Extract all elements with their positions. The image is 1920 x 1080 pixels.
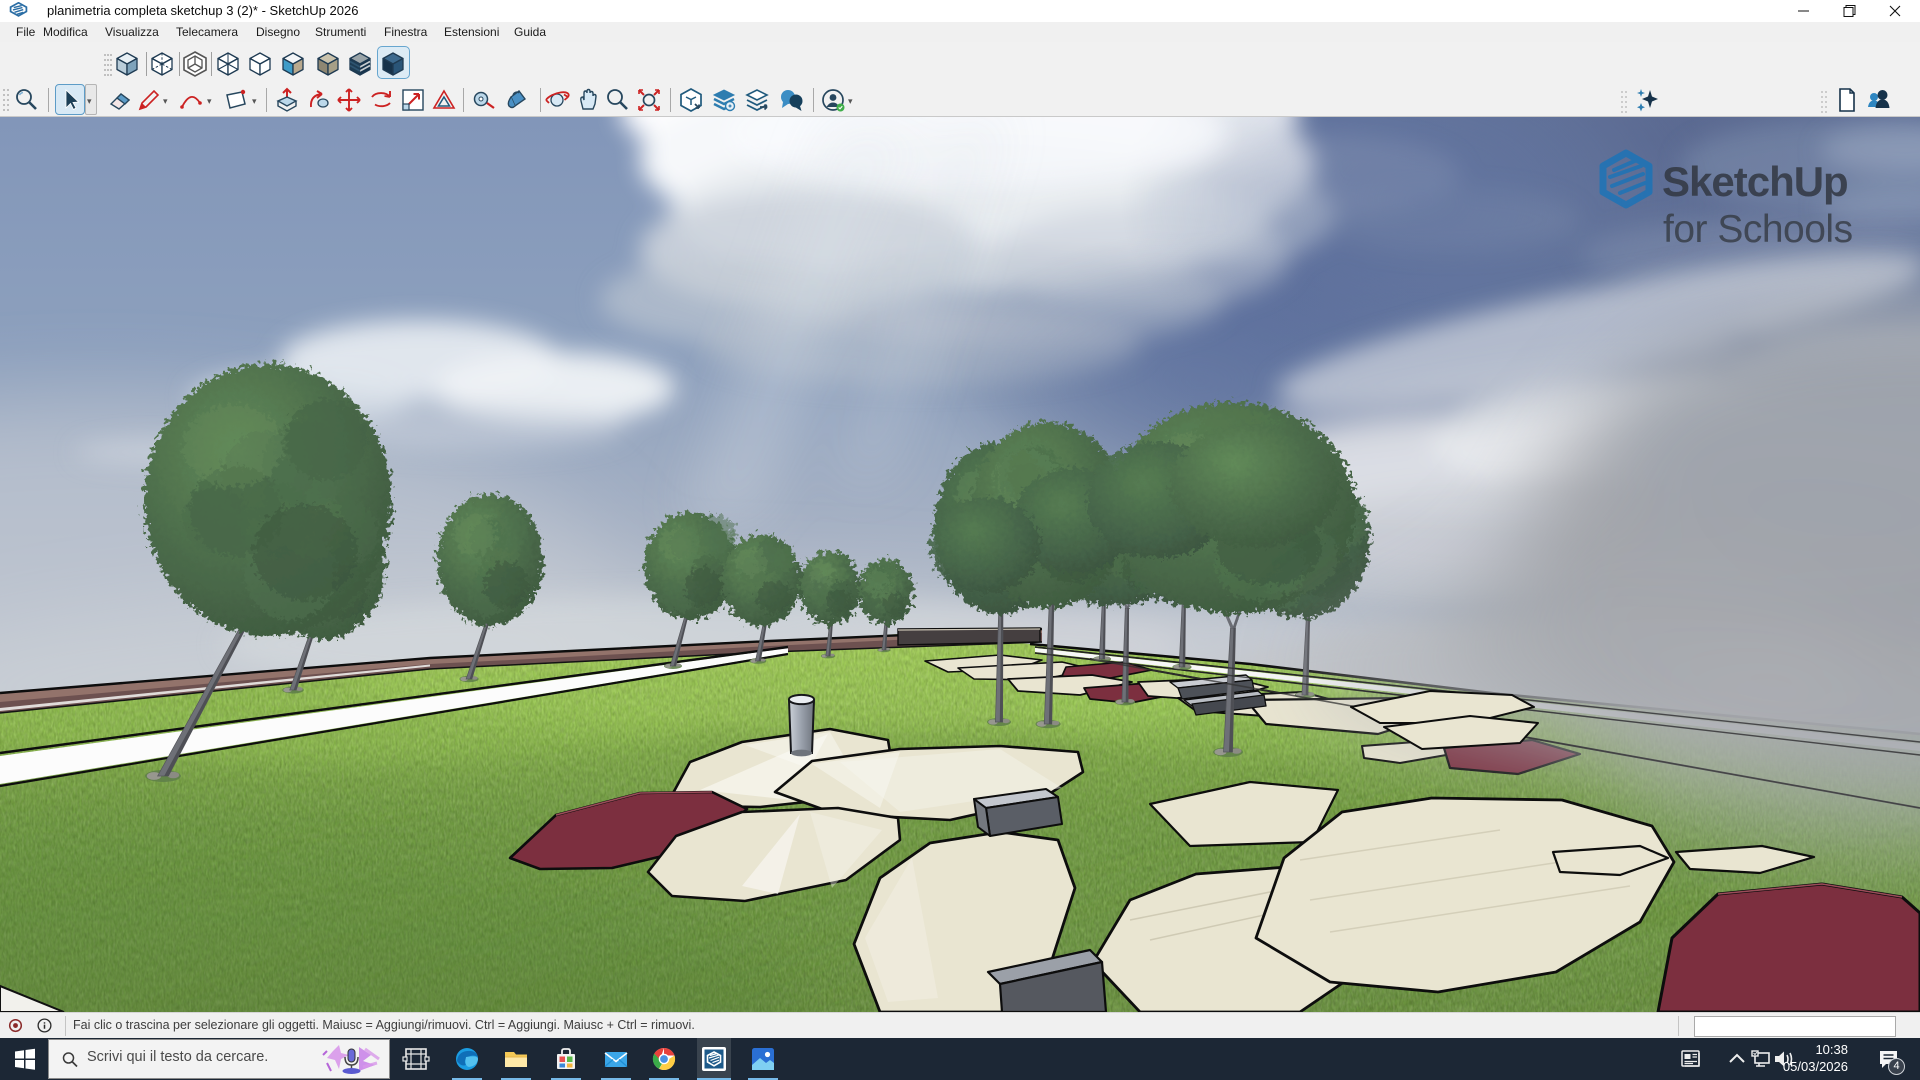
svg-text:SketchUp: SketchUp (1662, 158, 1848, 205)
svg-text:for Schools: for Schools (1663, 208, 1853, 251)
